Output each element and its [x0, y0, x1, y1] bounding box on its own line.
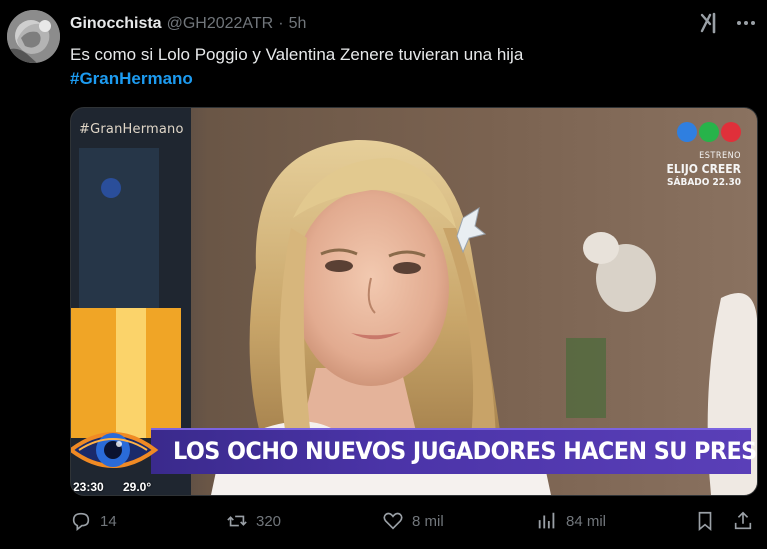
- display-name[interactable]: Ginocchista: [70, 15, 162, 33]
- gran-hermano-eye-logo: [71, 432, 159, 468]
- separator-dot: ·: [278, 15, 284, 32]
- show-promo: ESTRENO ELIJO CREER SÁBADO 22.30: [666, 150, 741, 189]
- bookmark-button[interactable]: [694, 510, 716, 532]
- tv-hashtag: #GranHermano: [79, 122, 184, 137]
- tv-temperature: 29.0°: [123, 480, 152, 494]
- promo-title: ELIJO CREER: [666, 162, 741, 176]
- reply-icon: [72, 512, 90, 531]
- lower-third-text: LOS OCHO NUEVOS JUGADORES HACEN SU PRESE…: [173, 437, 757, 465]
- more-icon[interactable]: [735, 12, 757, 34]
- grok-icon[interactable]: [699, 12, 721, 34]
- tweet-media[interactable]: #GranHermano ESTRENO ELIJO CREER SÁBADO …: [70, 107, 758, 496]
- retweet-button[interactable]: 320: [226, 510, 281, 532]
- telefe-dot-blue: [677, 122, 697, 142]
- share-button[interactable]: [732, 510, 754, 532]
- like-count: 8 mil: [412, 512, 444, 530]
- views-count: 84 mil: [566, 512, 607, 530]
- tweet-action-bar: 14 320 8 mil 84 mil: [70, 510, 760, 540]
- tweet-top-actions: [699, 12, 757, 34]
- views-icon: [538, 512, 555, 529]
- telefe-dot-green: [699, 122, 719, 142]
- share-icon: [734, 511, 752, 530]
- retweet-count: 320: [256, 512, 282, 530]
- promo-schedule: SÁBADO 22.30: [667, 177, 741, 188]
- tweet-text: Es como si Lolo Poggio y Valentina Zener…: [70, 43, 523, 91]
- bookmark-icon: [698, 511, 712, 532]
- like-button[interactable]: 8 mil: [382, 510, 444, 532]
- reply-count: 14: [100, 512, 117, 530]
- tweet-header: Ginocchista @GH2022ATR · 5h: [70, 13, 306, 35]
- retweet-icon: [227, 515, 247, 527]
- avatar[interactable]: [7, 10, 60, 63]
- views-button[interactable]: 84 mil: [536, 510, 606, 532]
- heart-icon: [383, 512, 403, 530]
- reply-button[interactable]: 14: [70, 510, 117, 532]
- telefe-logo: [677, 122, 741, 142]
- timestamp[interactable]: 5h: [289, 15, 307, 33]
- hashtag-link[interactable]: #GranHermano: [70, 67, 523, 91]
- tweet-body: Es como si Lolo Poggio y Valentina Zener…: [70, 45, 524, 64]
- telefe-dot-red: [721, 122, 741, 142]
- tv-clock: 23:30: [73, 480, 104, 494]
- user-handle[interactable]: @GH2022ATR: [167, 15, 274, 33]
